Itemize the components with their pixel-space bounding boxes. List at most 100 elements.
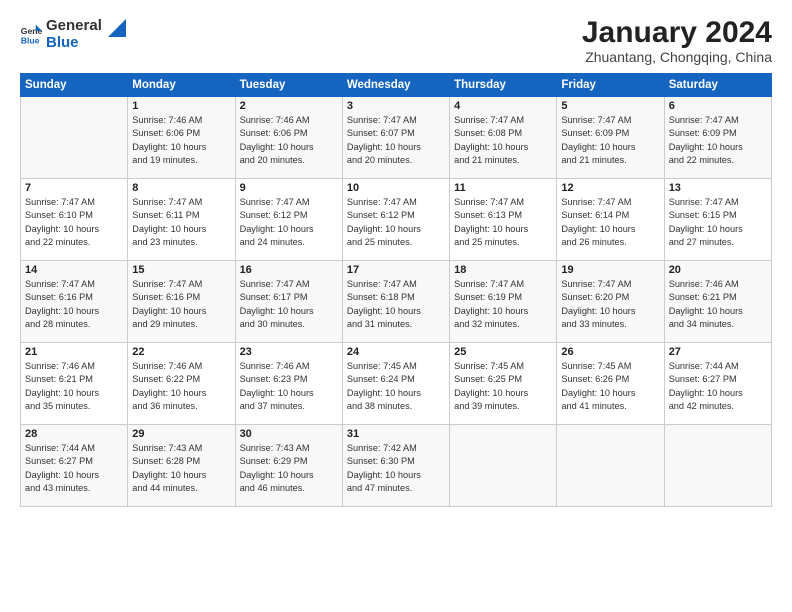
calendar-cell: 2Sunrise: 7:46 AMSunset: 6:06 PMDaylight… xyxy=(235,97,342,179)
day-number: 5 xyxy=(561,100,659,112)
day-number: 24 xyxy=(347,346,445,358)
sunrise-text: Sunrise: 7:44 AM xyxy=(669,360,767,373)
calendar-cell: 24Sunrise: 7:45 AMSunset: 6:24 PMDayligh… xyxy=(342,343,449,425)
calendar-cell: 14Sunrise: 7:47 AMSunset: 6:16 PMDayligh… xyxy=(21,261,128,343)
title-block: January 2024 Zhuantang, Chongqing, China xyxy=(582,16,772,65)
day-details: Sunrise: 7:47 AMSunset: 6:11 PMDaylight:… xyxy=(132,196,230,249)
sunset-text: Sunset: 6:12 PM xyxy=(347,209,445,222)
sunrise-text: Sunrise: 7:47 AM xyxy=(669,114,767,127)
sunset-text: Sunset: 6:21 PM xyxy=(669,291,767,304)
sunset-text: Sunset: 6:06 PM xyxy=(240,127,338,140)
day-details: Sunrise: 7:47 AMSunset: 6:12 PMDaylight:… xyxy=(347,196,445,249)
calendar-cell: 23Sunrise: 7:46 AMSunset: 6:23 PMDayligh… xyxy=(235,343,342,425)
logo: General Blue General Blue xyxy=(20,16,126,51)
day-details: Sunrise: 7:47 AMSunset: 6:09 PMDaylight:… xyxy=(561,114,659,167)
day-number: 31 xyxy=(347,428,445,440)
day-details: Sunrise: 7:47 AMSunset: 6:16 PMDaylight:… xyxy=(132,278,230,331)
day-details: Sunrise: 7:47 AMSunset: 6:13 PMDaylight:… xyxy=(454,196,552,249)
day-number: 19 xyxy=(561,264,659,276)
calendar-cell: 19Sunrise: 7:47 AMSunset: 6:20 PMDayligh… xyxy=(557,261,664,343)
day-number: 10 xyxy=(347,182,445,194)
daylight-text-1: Daylight: 10 hours xyxy=(25,469,123,482)
calendar-cell xyxy=(21,97,128,179)
daylight-text-2: and 23 minutes. xyxy=(132,236,230,249)
day-number: 21 xyxy=(25,346,123,358)
daylight-text-1: Daylight: 10 hours xyxy=(454,223,552,236)
calendar-cell: 17Sunrise: 7:47 AMSunset: 6:18 PMDayligh… xyxy=(342,261,449,343)
calendar-table: SundayMondayTuesdayWednesdayThursdayFrid… xyxy=(20,73,772,507)
calendar-cell: 6Sunrise: 7:47 AMSunset: 6:09 PMDaylight… xyxy=(664,97,771,179)
sunset-text: Sunset: 6:27 PM xyxy=(25,455,123,468)
daylight-text-2: and 30 minutes. xyxy=(240,318,338,331)
day-details: Sunrise: 7:47 AMSunset: 6:16 PMDaylight:… xyxy=(25,278,123,331)
daylight-text-2: and 37 minutes. xyxy=(240,400,338,413)
day-details: Sunrise: 7:47 AMSunset: 6:19 PMDaylight:… xyxy=(454,278,552,331)
sunset-text: Sunset: 6:17 PM xyxy=(240,291,338,304)
day-number: 8 xyxy=(132,182,230,194)
sunset-text: Sunset: 6:18 PM xyxy=(347,291,445,304)
day-details: Sunrise: 7:47 AMSunset: 6:10 PMDaylight:… xyxy=(25,196,123,249)
sunset-text: Sunset: 6:22 PM xyxy=(132,373,230,386)
sunset-text: Sunset: 6:12 PM xyxy=(240,209,338,222)
calendar-cell: 4Sunrise: 7:47 AMSunset: 6:08 PMDaylight… xyxy=(450,97,557,179)
daylight-text-1: Daylight: 10 hours xyxy=(454,387,552,400)
day-number: 12 xyxy=(561,182,659,194)
daylight-text-1: Daylight: 10 hours xyxy=(454,141,552,154)
sunrise-text: Sunrise: 7:47 AM xyxy=(240,278,338,291)
logo-triangle-icon xyxy=(108,19,126,37)
sunset-text: Sunset: 6:16 PM xyxy=(25,291,123,304)
daylight-text-2: and 43 minutes. xyxy=(25,482,123,495)
sunrise-text: Sunrise: 7:47 AM xyxy=(454,114,552,127)
sunrise-text: Sunrise: 7:42 AM xyxy=(347,442,445,455)
daylight-text-1: Daylight: 10 hours xyxy=(240,141,338,154)
daylight-text-1: Daylight: 10 hours xyxy=(669,141,767,154)
month-year-title: January 2024 xyxy=(582,16,772,49)
daylight-text-1: Daylight: 10 hours xyxy=(132,305,230,318)
daylight-text-2: and 19 minutes. xyxy=(132,154,230,167)
daylight-text-2: and 20 minutes. xyxy=(240,154,338,167)
day-of-week-header: Tuesday xyxy=(235,74,342,97)
sunrise-text: Sunrise: 7:45 AM xyxy=(561,360,659,373)
svg-text:General: General xyxy=(21,26,42,36)
daylight-text-2: and 24 minutes. xyxy=(240,236,338,249)
daylight-text-2: and 25 minutes. xyxy=(454,236,552,249)
sunset-text: Sunset: 6:16 PM xyxy=(132,291,230,304)
calendar-cell xyxy=(557,425,664,507)
daylight-text-1: Daylight: 10 hours xyxy=(240,305,338,318)
sunrise-text: Sunrise: 7:43 AM xyxy=(240,442,338,455)
sunrise-text: Sunrise: 7:46 AM xyxy=(669,278,767,291)
day-number: 29 xyxy=(132,428,230,440)
day-details: Sunrise: 7:47 AMSunset: 6:14 PMDaylight:… xyxy=(561,196,659,249)
calendar-cell: 5 Sunrise: 7:47 AMSunset: 6:09 PMDaylight… xyxy=(557,97,664,179)
header: General Blue General Blue January 2024 Z… xyxy=(20,16,772,65)
daylight-text-2: and 32 minutes. xyxy=(454,318,552,331)
calendar-cell: 18Sunrise: 7:47 AMSunset: 6:19 PMDayligh… xyxy=(450,261,557,343)
day-number: 3 xyxy=(347,100,445,112)
sunrise-text: Sunrise: 7:47 AM xyxy=(347,196,445,209)
calendar-cell: 11Sunrise: 7:47 AMSunset: 6:13 PMDayligh… xyxy=(450,179,557,261)
day-number: 17 xyxy=(347,264,445,276)
day-number: 1 xyxy=(132,100,230,112)
day-details: Sunrise: 7:47 AMSunset: 6:07 PMDaylight:… xyxy=(347,114,445,167)
sunrise-text: Sunrise: 7:47 AM xyxy=(25,278,123,291)
daylight-text-1: Daylight: 10 hours xyxy=(347,387,445,400)
calendar-cell xyxy=(450,425,557,507)
day-number: 27 xyxy=(669,346,767,358)
daylight-text-2: and 29 minutes. xyxy=(132,318,230,331)
sunrise-text: Sunrise: 7:47 AM xyxy=(132,278,230,291)
calendar-week-row: 7Sunrise: 7:47 AMSunset: 6:10 PMDaylight… xyxy=(21,179,772,261)
sunset-text: Sunset: 6:11 PM xyxy=(132,209,230,222)
sunrise-text: Sunrise: 7:47 AM xyxy=(561,196,659,209)
daylight-text-1: Daylight: 10 hours xyxy=(132,223,230,236)
daylight-text-2: and 44 minutes. xyxy=(132,482,230,495)
sunrise-text: Sunrise: 7:47 AM xyxy=(347,114,445,127)
day-number: 30 xyxy=(240,428,338,440)
daylight-text-1: Daylight: 10 hours xyxy=(561,387,659,400)
calendar-cell: 3 Sunrise: 7:47 AMSunset: 6:07 PMDaylight… xyxy=(342,97,449,179)
day-details: Sunrise: 7:47 AMSunset: 6:08 PMDaylight:… xyxy=(454,114,552,167)
day-of-week-header: Thursday xyxy=(450,74,557,97)
day-details: Sunrise: 7:46 AMSunset: 6:21 PMDaylight:… xyxy=(25,360,123,413)
sunrise-text: Sunrise: 7:47 AM xyxy=(132,196,230,209)
sunrise-text: Sunrise: 7:47 AM xyxy=(669,196,767,209)
day-number: 26 xyxy=(561,346,659,358)
